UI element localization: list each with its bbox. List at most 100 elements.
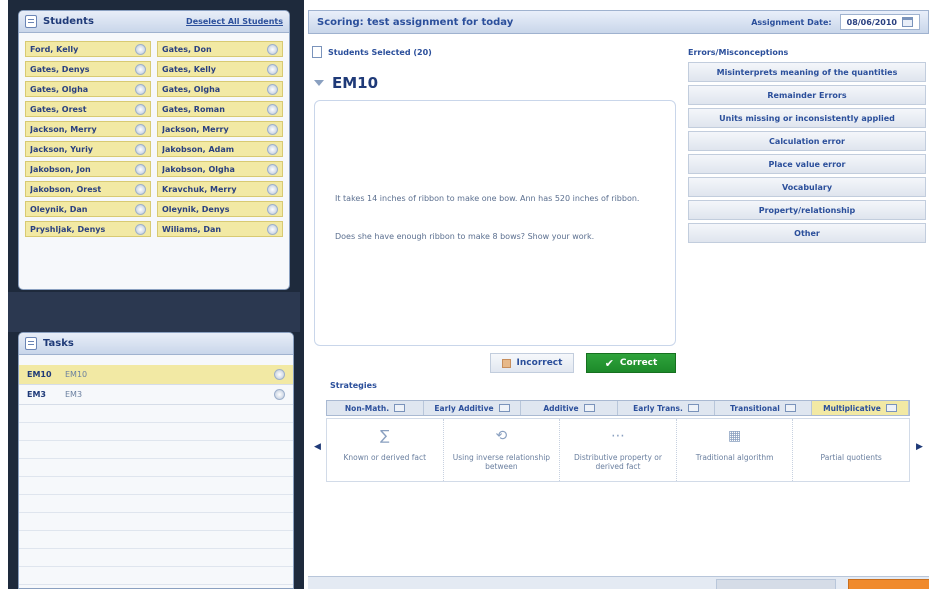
toggle-circle-icon[interactable] — [135, 203, 146, 215]
student-chip[interactable]: Gates, Olgha — [25, 81, 151, 97]
strategy-card[interactable]: ⋯ Distributive property or derived fact — [560, 419, 677, 481]
strategy-card[interactable]: ▦ Traditional algorithm — [677, 419, 794, 481]
expand-arrow-icon[interactable] — [314, 80, 324, 86]
checkmark-icon: ✔ — [604, 356, 614, 370]
deselect-all-link[interactable]: Deselect All Students — [186, 17, 283, 26]
strategy-label: Partial quotients — [820, 453, 882, 462]
toggle-circle-icon[interactable] — [267, 123, 278, 135]
strategy-label: Known or derived fact — [343, 453, 427, 462]
student-chip[interactable]: Jakobson, Orest — [25, 181, 151, 197]
incorrect-button[interactable]: Incorrect — [490, 353, 574, 373]
toggle-circle-icon[interactable] — [135, 223, 146, 235]
student-chip[interactable]: Jakobson, Adam — [157, 141, 283, 157]
task-list: EM10 EM10 EM3 EM3 — [19, 365, 293, 405]
toggle-circle-icon[interactable] — [135, 123, 146, 135]
student-chip[interactable]: Gates, Denys — [25, 61, 151, 77]
scoring-title: Scoring: test assignment for today — [317, 16, 514, 28]
student-chip[interactable]: Gates, Don — [157, 41, 283, 57]
student-name: Kravchuk, Merry — [162, 184, 237, 194]
strategy-tab[interactable]: Early Trans. — [618, 401, 715, 415]
task-code: EM3 — [27, 390, 46, 399]
strategy-tab[interactable]: Early Additive — [424, 401, 521, 415]
toggle-circle-icon[interactable] — [135, 163, 146, 175]
assignment-date-value: 08/06/2010 — [846, 17, 897, 27]
student-chip[interactable]: Pryshljak, Denys — [25, 221, 151, 237]
student-chip[interactable]: Jackson, Merry — [157, 121, 283, 137]
task-row[interactable]: EM10 EM10 — [19, 365, 293, 385]
error-option-button[interactable]: Vocabulary — [688, 177, 926, 197]
select-students-checkbox[interactable] — [312, 46, 322, 58]
error-option-button[interactable]: Units missing or inconsistently applied — [688, 108, 926, 128]
student-chip[interactable]: Oleynik, Dan — [25, 201, 151, 217]
student-name: Jakobson, Adam — [162, 144, 235, 154]
question-text: It takes 14 inches of ribbon to make one… — [335, 194, 640, 203]
toggle-circle-icon[interactable] — [267, 143, 278, 155]
toggle-circle-icon[interactable] — [135, 143, 146, 155]
tab-card-icon — [885, 404, 897, 412]
student-name: Gates, Denys — [30, 64, 90, 74]
student-chip[interactable]: Jackson, Yuriy — [25, 141, 151, 157]
toggle-circle-icon[interactable] — [135, 103, 146, 115]
student-name: Oleynik, Dan — [30, 204, 88, 214]
strategy-tab[interactable]: Multiplicative — [812, 401, 909, 415]
toggle-circle-icon[interactable] — [267, 63, 278, 75]
footer-primary-button[interactable] — [848, 579, 929, 589]
task-row[interactable]: EM3 EM3 — [19, 385, 293, 405]
toggle-circle-icon[interactable] — [135, 63, 146, 75]
question-box: It takes 14 inches of ribbon to make one… — [314, 100, 676, 346]
strategy-next-arrow-icon[interactable]: ▶ — [916, 442, 923, 452]
error-option-button[interactable]: Other — [688, 223, 926, 243]
toggle-circle-icon[interactable] — [267, 223, 278, 235]
strategy-tab-label: Early Trans. — [633, 403, 683, 413]
strategy-card[interactable]: ⟲ Using inverse relationship between — [444, 419, 561, 481]
strategy-tab-label: Transitional — [730, 403, 780, 413]
footer-secondary-button[interactable] — [716, 579, 836, 589]
student-chip[interactable]: Jakobson, Jon — [25, 161, 151, 177]
correct-button[interactable]: ✔ Correct — [586, 353, 676, 373]
toggle-circle-icon[interactable] — [267, 83, 278, 95]
student-chip[interactable]: Jackson, Merry — [25, 121, 151, 137]
student-name: Pryshljak, Denys — [30, 224, 106, 234]
toggle-circle-icon[interactable] — [274, 369, 285, 380]
app-window: Students Deselect All Students Ford, Kel… — [0, 0, 929, 589]
toggle-circle-icon[interactable] — [267, 43, 278, 55]
strategy-tab[interactable]: Additive — [521, 401, 618, 415]
strategy-tab[interactable]: Transitional — [715, 401, 812, 415]
student-chip[interactable]: Gates, Roman — [157, 101, 283, 117]
calendar-icon[interactable] — [902, 17, 913, 27]
empty-task-row — [19, 423, 293, 441]
toggle-circle-icon[interactable] — [135, 183, 146, 195]
student-chip[interactable]: Ford, Kelly — [25, 41, 151, 57]
assignment-date-label: Assignment Date: — [751, 17, 832, 27]
empty-task-row — [19, 441, 293, 459]
toggle-circle-icon[interactable] — [267, 203, 278, 215]
empty-task-row — [19, 477, 293, 495]
strategy-prev-arrow-icon[interactable]: ◀ — [314, 442, 321, 452]
student-chip[interactable]: Kravchuk, Merry — [157, 181, 283, 197]
student-chip[interactable]: Gates, Kelly — [157, 61, 283, 77]
error-option-button[interactable]: Property/relationship — [688, 200, 926, 220]
toggle-circle-icon[interactable] — [135, 83, 146, 95]
error-option-button[interactable]: Misinterprets meaning of the quantities — [688, 62, 926, 82]
student-chip[interactable]: Oleynik, Denys — [157, 201, 283, 217]
strategy-tab[interactable]: Non-Math. — [327, 401, 424, 415]
toggle-circle-icon[interactable] — [267, 163, 278, 175]
strategy-card[interactable]: ∑ Known or derived fact — [327, 419, 444, 481]
strategies-title: Strategies — [330, 381, 377, 390]
assignment-date-field[interactable]: 08/06/2010 — [839, 14, 920, 30]
student-chip[interactable]: Gates, Olgha — [157, 81, 283, 97]
error-option-button[interactable]: Remainder Errors — [688, 85, 926, 105]
toggle-circle-icon[interactable] — [135, 43, 146, 55]
toggle-circle-icon[interactable] — [274, 389, 285, 400]
strategy-card[interactable]: Partial quotients — [793, 419, 909, 481]
tasks-icon — [25, 337, 37, 350]
student-chip[interactable]: Gates, Orest — [25, 101, 151, 117]
student-chip[interactable]: Jakobson, Olgha — [157, 161, 283, 177]
students-selected-link[interactable]: Students Selected (20) — [328, 48, 432, 57]
error-option-button[interactable]: Place value error — [688, 154, 926, 174]
error-option-button[interactable]: Calculation error — [688, 131, 926, 151]
student-chip[interactable]: Wiliams, Dan — [157, 221, 283, 237]
tasks-panel: Tasks EM10 EM10 EM3 EM3 — [18, 332, 294, 589]
toggle-circle-icon[interactable] — [267, 183, 278, 195]
toggle-circle-icon[interactable] — [267, 103, 278, 115]
